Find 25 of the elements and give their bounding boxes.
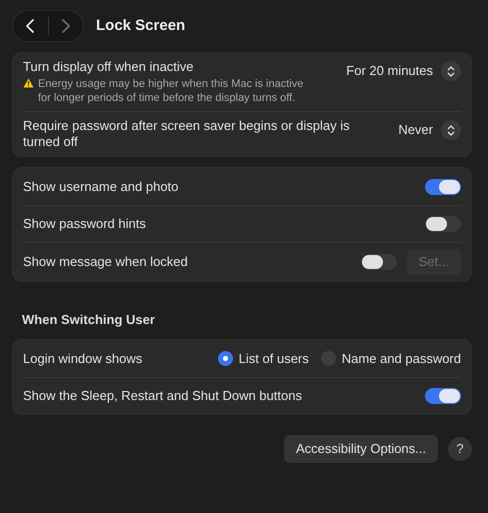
radio-option[interactable]: Name and password: [320, 348, 461, 368]
setting-label: Show message when locked: [23, 254, 189, 270]
popup-menu[interactable]: Never: [398, 120, 461, 140]
toggle-switch[interactable]: [425, 388, 461, 404]
setting-label: Show password hints: [23, 216, 147, 232]
popup-menu[interactable]: For 20 minutes: [346, 61, 461, 81]
setting-label: Show username and photo: [23, 178, 180, 194]
toggle-switch[interactable]: [360, 254, 397, 270]
setting-label: Turn display off when inactive: [23, 59, 195, 75]
warning-icon: [23, 78, 34, 88]
stepper-icon: [447, 124, 455, 136]
setting-label: Show the Sleep, Restart and Shut Down buttons: [23, 388, 303, 404]
warning-text: Energy usage may be higher when this Mac is inactive for longer periods of time before the display turns off.: [38, 77, 304, 105]
section-heading: When Switching User: [22, 310, 156, 329]
setting-label: Login window shows: [23, 350, 144, 366]
radio-option[interactable]: List of users: [218, 348, 309, 368]
stepper-icon: [447, 66, 455, 76]
toggle-switch[interactable]: [425, 178, 461, 194]
help-button[interactable]: ?: [448, 436, 472, 461]
toggle-switch[interactable]: [425, 216, 461, 232]
setting-label: Require password after screen saver begins or display is turned off: [23, 118, 351, 150]
window-title: Lock Screen: [96, 16, 186, 36]
chevron-right-icon: [60, 18, 72, 34]
chevron-left-icon: [24, 18, 36, 34]
accessibility-options-button[interactable]: Accessibility Options...: [284, 435, 438, 462]
